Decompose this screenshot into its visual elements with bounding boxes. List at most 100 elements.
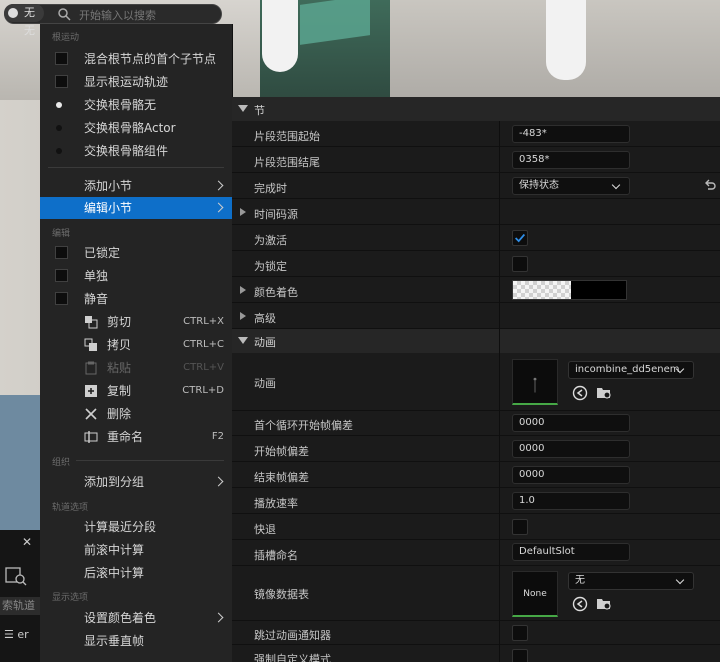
menu-item-eval-nearest[interactable]: 计算最近分段 [40,516,232,538]
range-start-field[interactable]: -483* [512,125,630,143]
checkbox[interactable] [55,52,68,65]
property-row-start-offset: 开始帧偏差 [232,436,720,462]
menu-item-label: 删除 [107,407,132,421]
property-row-slot-name: 插槽命名 [232,540,720,566]
ceiling-lamp [546,0,586,80]
property-row-timecode-source[interactable]: 时间码源 [232,199,720,225]
radio-icon [56,148,62,154]
color-swatch-checker [513,281,626,299]
skip-anim-notifiers-checkbox[interactable] [512,625,528,641]
browse-asset-icon[interactable] [596,596,612,612]
use-selected-asset-icon[interactable] [572,385,588,401]
column-divider[interactable] [499,121,500,662]
copy-icon [84,338,97,351]
menu-item-swap-root-none[interactable]: 交换根骨骼无 [40,94,232,116]
close-icon[interactable]: ✕ [22,535,32,549]
menu-divider [76,460,224,461]
use-selected-asset-icon[interactable] [572,596,588,612]
menu-section-track-options: 轨道选项 [52,503,89,513]
menu-section-display-options: 显示选项 [52,593,89,603]
mirror-table-thumbnail[interactable]: None [512,571,558,617]
property-row-is-active: 为激活 [232,225,720,251]
caret-right-icon [240,312,246,320]
end-offset-field[interactable]: 0000 [512,466,630,484]
menu-item-edit-section[interactable]: 编辑小节 [40,197,232,219]
property-row-end-offset: 结束帧偏差 [232,462,720,488]
menu-item-solo[interactable]: 单独 [40,265,232,287]
menu-item-copy[interactable]: 拷贝 CTRL+C [40,334,232,356]
play-rate-field[interactable]: 1.0 [512,492,630,510]
property-row-color-tint[interactable]: 颜色着色 [232,277,720,303]
browse-asset-icon[interactable] [596,385,612,401]
animation-asset-thumbnail[interactable] [512,359,558,405]
menu-item-add-to-group[interactable]: 添加到分组 [40,471,232,493]
menu-item-show-vertical-frames[interactable]: 显示垂直帧 [40,630,232,652]
property-row-force-custom-mode: 强制自定义模式 [232,645,720,662]
menu-item-cut[interactable]: 剪切 CTRL+X [40,311,232,333]
property-row-advanced[interactable]: 高级 [232,303,720,329]
menu-item-label: 单独 [84,269,109,283]
color-tint-swatch[interactable] [512,280,627,300]
slot-name-field[interactable]: DefaultSlot [512,543,630,561]
checkbox[interactable] [55,292,68,305]
chevron-down-icon [611,180,621,190]
checkbox[interactable] [55,246,68,259]
menu-item-label: 静音 [84,292,109,306]
property-label: 插槽命名 [254,549,298,562]
reverse-checkbox[interactable] [512,519,528,535]
menu-item-mute[interactable]: 静音 [40,288,232,310]
menu-item-add-section[interactable]: 添加小节 [40,175,232,197]
dropdown-value: 保持状态 [519,180,559,191]
menu-item-label: 显示根运动轨迹 [84,75,169,89]
force-custom-mode-checkbox[interactable] [512,649,528,662]
checkbox[interactable] [55,269,68,282]
menu-item-locked[interactable]: 已锁定 [40,242,232,264]
property-row-skip-anim-notifiers: 跳过动画通知器 [232,621,720,645]
menu-item-swap-root-component[interactable]: 交换根骨骼组件 [40,140,232,162]
menu-item-duplicate[interactable]: 复制 CTRL+D [40,380,232,402]
menu-item-delete[interactable]: 删除 [40,403,232,425]
context-menu: 根运动 混合根节点的首个子节点 显示根运动轨迹 交换根骨骼无 交换根骨骼Acto… [40,24,233,662]
reset-to-default-icon[interactable] [703,179,717,193]
property-label: 片段范围起始 [254,130,320,143]
menu-item-blend-first-child[interactable]: 混合根节点的首个子节点 [40,48,232,70]
checkmark-icon [515,233,526,243]
menu-item-show-root-motion-trail[interactable]: 显示根运动轨迹 [40,71,232,93]
skeleton-figure-icon [533,377,537,393]
menu-item-eval-postroll[interactable]: 后滚中计算 [40,562,232,584]
menu-item-eval-preroll[interactable]: 前滚中计算 [40,539,232,561]
chevron-down-icon [675,575,685,585]
menu-section-organize: 组织 [52,458,71,468]
first-loop-offset-field[interactable]: 0000 [512,414,630,432]
checkbox[interactable] [55,75,68,88]
menu-item-swap-root-actor[interactable]: 交换根骨骼Actor [40,117,232,139]
property-label: 完成时 [254,182,287,195]
menu-item-label: 拷贝 [107,338,132,352]
viewport-mode-pill[interactable]: 无无 [4,4,44,37]
animation-asset-dropdown[interactable]: incombine_dd5enem [568,361,694,379]
chevron-right-icon [213,180,224,191]
is-active-checkbox[interactable] [512,230,528,246]
track-filter-icon[interactable] [5,566,29,586]
menu-item-set-color-tint[interactable]: 设置颜色着色 [40,607,232,629]
track-search-input[interactable]: 索轨道 [0,597,40,615]
when-finished-dropdown[interactable]: 保持状态 [512,177,630,195]
caret-right-icon [240,208,246,216]
property-label: 跳过动画通知器 [254,629,331,642]
menu-item-rename[interactable]: 重命名 F2 [40,426,232,448]
shortcut-label: CTRL+V [183,362,224,373]
range-end-field[interactable]: 0358* [512,151,630,169]
duplicate-icon [85,385,97,397]
delete-icon [85,408,97,420]
property-label: 时间码源 [254,208,298,221]
section-header-animation[interactable]: 动画 [232,329,720,353]
mirror-table-dropdown[interactable]: 无 [568,572,694,590]
is-locked-checkbox[interactable] [512,256,528,272]
chevron-right-icon [213,202,224,213]
start-offset-field[interactable]: 0000 [512,440,630,458]
menu-item-label: 计算最近分段 [84,520,157,534]
track-row[interactable]: ☰ er [0,626,42,644]
section-header[interactable]: 节 [232,97,720,121]
property-row-range-end: 片段范围结尾 [232,147,720,173]
menu-item-paste[interactable]: 粘贴 CTRL+V [40,357,232,379]
